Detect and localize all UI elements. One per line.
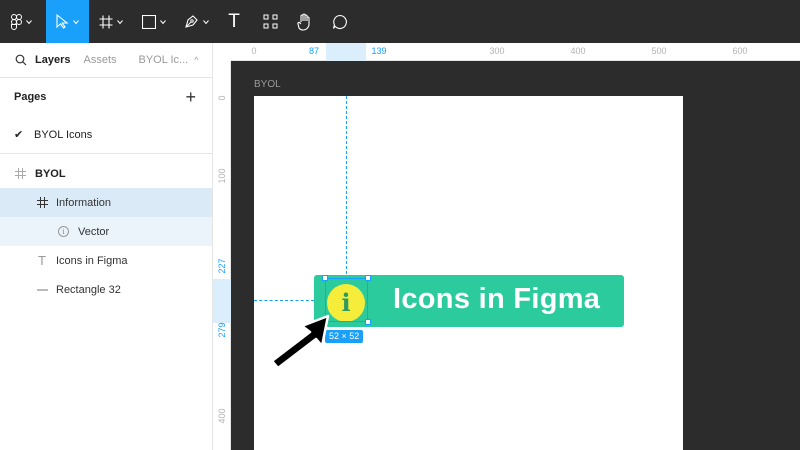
left-sidebar: Layers Assets BYOL Ic... ^ Pages + ✔ BYO… bbox=[0, 43, 213, 450]
chevron-down-icon bbox=[117, 19, 123, 24]
layer-icons-in-figma[interactable]: T Icons in Figma bbox=[0, 246, 212, 275]
page-switcher[interactable]: BYOL Ic... bbox=[139, 54, 189, 66]
comment-tool-button[interactable] bbox=[326, 0, 354, 43]
ruler-tick-label: 400 bbox=[217, 408, 227, 424]
add-page-button[interactable]: + bbox=[185, 88, 196, 106]
ruler-tick-label: 0 bbox=[251, 46, 257, 56]
layer-information[interactable]: Information bbox=[0, 188, 212, 217]
text-icon: T bbox=[38, 253, 46, 268]
ruler-tick-label: 500 bbox=[651, 46, 667, 56]
figma-menu-icon bbox=[11, 13, 22, 30]
text-tool-button[interactable]: T bbox=[220, 0, 248, 43]
banner-text[interactable]: Icons in Figma bbox=[393, 283, 600, 316]
rectangle-icon bbox=[36, 284, 48, 296]
ruler-horizontal: 0 87 139 300 400 500 600 bbox=[213, 43, 800, 61]
layer-label: Information bbox=[56, 196, 112, 209]
resize-handle-top-right[interactable] bbox=[365, 275, 371, 281]
frame-icon bbox=[14, 168, 26, 180]
ruler-selection-highlight bbox=[213, 279, 231, 323]
resize-handle-bottom-right[interactable] bbox=[365, 319, 371, 325]
components-button[interactable] bbox=[256, 0, 284, 43]
shape-tool-button[interactable] bbox=[136, 0, 172, 43]
frame-name-label[interactable]: BYOL bbox=[254, 79, 281, 90]
chevron-down-icon bbox=[26, 19, 32, 24]
page-item-byol-icons[interactable]: ✔ BYOL Icons bbox=[0, 116, 212, 154]
layer-label: Rectangle 32 bbox=[56, 283, 121, 296]
sidebar-tabs: Layers Assets BYOL Ic... ^ bbox=[0, 43, 212, 78]
ruler-tick-label: 300 bbox=[489, 46, 505, 56]
main-menu-button[interactable] bbox=[0, 0, 43, 43]
chevron-down-icon bbox=[202, 19, 209, 24]
chevron-up-icon[interactable]: ^ bbox=[194, 55, 198, 65]
frame-tool-button[interactable] bbox=[92, 0, 130, 43]
ruler-tick-label: 600 bbox=[732, 46, 748, 56]
pointer-arrow-icon bbox=[270, 314, 330, 370]
tab-layers[interactable]: Layers bbox=[35, 54, 70, 66]
layer-label: Icons in Figma bbox=[56, 254, 128, 267]
pen-tool-button[interactable] bbox=[178, 0, 214, 43]
shape-tool-icon bbox=[142, 14, 156, 29]
chevron-down-icon bbox=[73, 19, 79, 24]
ruler-corner bbox=[213, 43, 231, 61]
measurement-guide-horizontal bbox=[254, 300, 314, 301]
ruler-tick-label: 139 bbox=[371, 46, 387, 56]
search-icon[interactable] bbox=[15, 54, 27, 66]
frame-icon bbox=[36, 197, 48, 209]
chevron-down-icon bbox=[160, 19, 166, 24]
move-tool-icon bbox=[56, 14, 69, 29]
measurement-guide-vertical bbox=[346, 96, 347, 274]
ruler-tick-label: 227 bbox=[217, 258, 227, 274]
comment-tool-icon bbox=[332, 14, 347, 29]
hand-tool-icon bbox=[297, 12, 310, 31]
toolbar: T bbox=[0, 0, 800, 43]
frame-tool-icon bbox=[99, 15, 113, 28]
ruler-tick-label: 279 bbox=[217, 322, 227, 338]
frame-byol[interactable] bbox=[254, 96, 683, 450]
layer-byol[interactable]: BYOL bbox=[0, 159, 212, 188]
move-tool-button[interactable] bbox=[46, 0, 89, 43]
pages-header: Pages + bbox=[0, 78, 212, 116]
checkmark-icon: ✔ bbox=[14, 129, 24, 141]
text-tool-icon: T bbox=[228, 10, 240, 32]
ruler-vertical: 0 100 227 279 400 bbox=[213, 61, 231, 450]
layer-vector[interactable]: i Vector bbox=[0, 217, 212, 246]
pages-heading: Pages bbox=[14, 91, 47, 103]
components-icon bbox=[263, 14, 277, 29]
layer-rectangle-32[interactable]: Rectangle 32 bbox=[0, 275, 212, 304]
pen-tool-icon bbox=[184, 15, 198, 28]
ruler-tick-label: 0 bbox=[217, 95, 227, 101]
page-item-label: BYOL Icons bbox=[34, 128, 93, 141]
resize-handle-top-left[interactable] bbox=[322, 275, 328, 281]
ruler-tick-label: 87 bbox=[308, 46, 320, 56]
hand-tool-button[interactable] bbox=[290, 0, 320, 43]
ruler-selection-highlight bbox=[326, 43, 366, 61]
info-icon: i bbox=[58, 226, 69, 237]
ruler-tick-label: 400 bbox=[570, 46, 586, 56]
layer-label: BYOL bbox=[35, 167, 66, 180]
ruler-tick-label: 100 bbox=[217, 168, 227, 184]
layer-label: Vector bbox=[78, 225, 110, 238]
tab-assets[interactable]: Assets bbox=[83, 54, 116, 66]
